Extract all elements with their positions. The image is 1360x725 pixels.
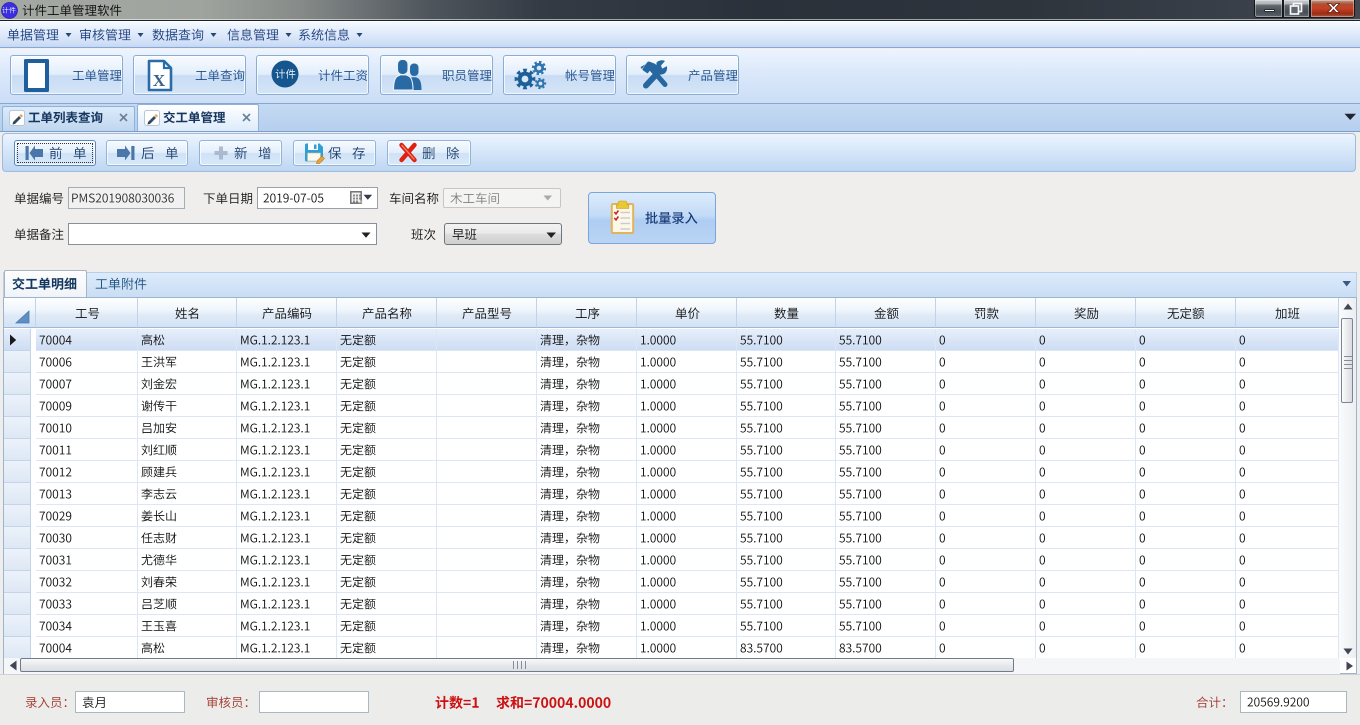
svg-text:X: X — [153, 71, 166, 90]
